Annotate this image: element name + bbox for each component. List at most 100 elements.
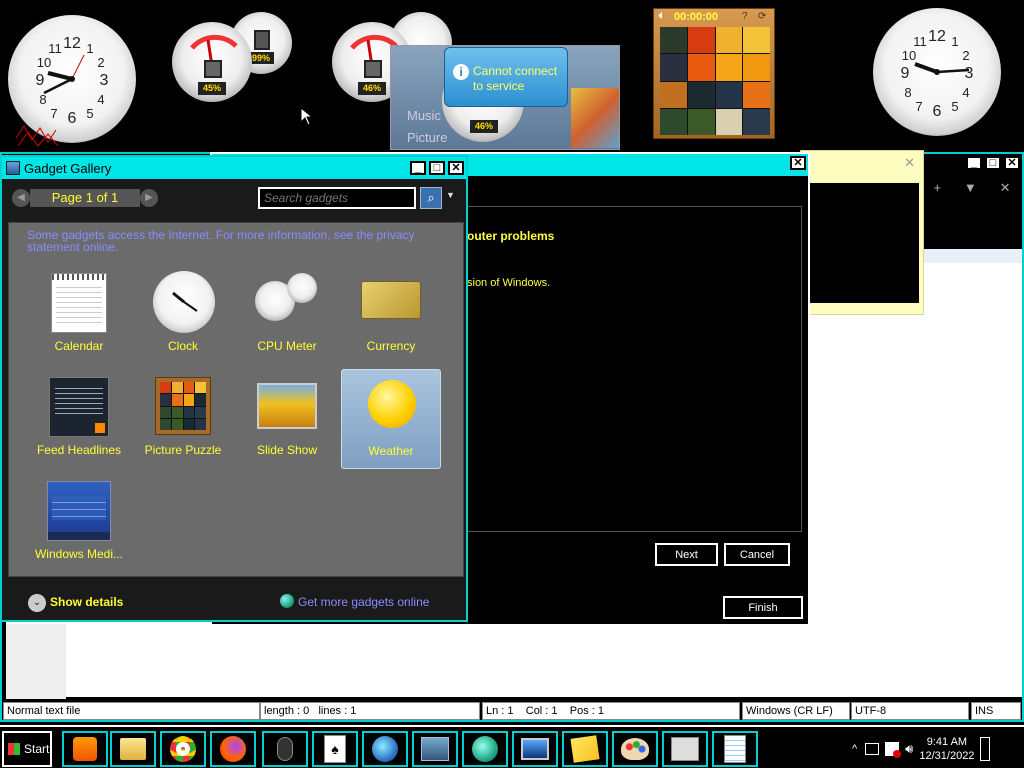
previous-page-button[interactable]: ◀ (12, 189, 30, 207)
action-center-flag-icon[interactable] (885, 742, 902, 758)
maximize-button[interactable]: □ (429, 161, 445, 175)
window-stack-icon (671, 737, 699, 761)
puzzle-shuffle-icon[interactable]: ⟳ (758, 11, 766, 22)
finish-button[interactable]: Finish (722, 595, 804, 620)
notepad-tab-controls: + ▼ ✕ (922, 180, 1022, 200)
globe-checklist-icon (472, 736, 498, 762)
maximize-button[interactable]: □ (985, 156, 1001, 170)
cancel-button[interactable]: Cancel (723, 542, 791, 567)
gadget-label: Weather (368, 444, 414, 458)
gadget-label: Feed Headlines (36, 443, 122, 457)
puzzle-help-icon[interactable]: ? (742, 11, 748, 22)
start-button[interactable]: Start (2, 731, 52, 767)
gadget-gallery-window[interactable]: Gadget Gallery _ □ ✕ ◀ Page 1 of 1 ▶ ⌕ ▼… (0, 155, 468, 622)
taskbar-media-player[interactable] (62, 731, 108, 767)
sticky-note-body[interactable] (803, 183, 919, 303)
svg-text:2: 2 (962, 48, 969, 63)
system-tray: ^ 🔊︎ 9:41 AM 12/31/2022 (852, 733, 1022, 765)
search-options-icon[interactable]: ▼ (446, 190, 455, 200)
picture-puzzle-gadget[interactable]: ⏴ 00:00:00 ? ⟳ (653, 8, 775, 139)
taskbar-chrome[interactable] (160, 731, 206, 767)
svg-text:12: 12 (63, 35, 81, 52)
gadget-picture-puzzle[interactable]: Picture Puzzle (133, 369, 233, 469)
taskbar-internet-options[interactable] (462, 731, 508, 767)
show-details-chevron-icon[interactable]: ⌄ (28, 594, 46, 612)
cpu-meter-gadget-1[interactable]: 99% 45% (170, 10, 295, 110)
next-button[interactable]: Next (654, 542, 719, 567)
gadget-label: Slide Show (256, 443, 318, 457)
taskbar-network-time[interactable] (362, 731, 408, 767)
svg-text:4: 4 (962, 85, 969, 100)
mouse-cursor-icon (300, 107, 314, 126)
wizard-heading: outer problems (467, 229, 555, 243)
taskbar-paint[interactable] (612, 731, 658, 767)
taskbar-control-panel[interactable] (412, 731, 458, 767)
next-page-button[interactable]: ▶ (140, 189, 158, 207)
close-button[interactable]: ✕ (448, 161, 464, 175)
svg-text:1: 1 (86, 41, 93, 56)
status-file-type: Normal text file (3, 702, 260, 720)
svg-text:5: 5 (951, 99, 958, 114)
svg-text:5: 5 (86, 106, 93, 121)
taskbar-firefox[interactable] (210, 731, 256, 767)
network-icon[interactable] (865, 743, 880, 755)
gadget-calendar[interactable]: Calendar (29, 265, 129, 365)
sticky-note[interactable]: ✕ (800, 150, 924, 315)
gadget-gallery-title: Gadget Gallery (24, 160, 112, 176)
volume-icon[interactable]: 🔊︎ (905, 741, 913, 757)
tab-list-icon[interactable]: ▼ (964, 180, 977, 200)
firefox-icon (220, 736, 246, 762)
wizard-close-button[interactable]: ✕ (790, 156, 806, 170)
search-input[interactable] (258, 187, 416, 209)
clock-gadget-right[interactable]: 12 3 6 9 12 4 5 78 10 11 (873, 8, 1001, 136)
taskbar-sticky-notes[interactable] (562, 731, 608, 767)
puzzle-grid[interactable] (660, 27, 770, 135)
gadget-windows-media-center[interactable]: Windows Medi... (29, 473, 129, 573)
start-label: Start (24, 742, 50, 756)
taskbar-remote-desktop[interactable] (662, 731, 708, 767)
add-tab-icon[interactable]: + (933, 180, 941, 200)
monitor-icon (521, 738, 549, 760)
close-button[interactable]: ✕ (1004, 156, 1020, 170)
info-icon: i (453, 64, 469, 80)
tray-clock[interactable]: 9:41 AM 12/31/2022 (919, 735, 974, 763)
memory-icon (254, 30, 270, 50)
memory-meter-icon (287, 273, 317, 303)
slideshow-thumbnail (571, 88, 619, 148)
puzzle-timer: 00:00:00 (674, 11, 719, 23)
gadget-currency[interactable]: Currency (341, 265, 441, 365)
privacy-notice[interactable]: Some gadgets access the Internet. For mo… (27, 229, 457, 253)
svg-text:7: 7 (915, 99, 922, 114)
show-hidden-icons-icon[interactable]: ^ (852, 743, 857, 755)
gadget-label: Windows Medi... (34, 547, 124, 561)
cpu-chip-icon (204, 60, 222, 78)
minimize-button[interactable]: _ (410, 161, 426, 175)
close-tab-icon[interactable]: ✕ (1000, 180, 1011, 200)
taskbar-display[interactable] (512, 731, 558, 767)
status-lines: lines : 1 (318, 705, 357, 717)
taskbar-notepad[interactable] (712, 731, 758, 767)
weather-sun-icon (368, 380, 416, 428)
cpu-percent: 46% (470, 120, 498, 133)
get-more-gadgets-link[interactable]: Get more gadgets online (298, 595, 429, 609)
taskbar-solitaire[interactable]: ♠ (312, 731, 358, 767)
gadget-label: Calendar (54, 339, 104, 353)
tray-time: 9:41 AM (926, 736, 968, 748)
sticky-close-icon[interactable]: ✕ (904, 155, 915, 171)
folder-icon (120, 738, 146, 760)
gadget-slide-show[interactable]: Slide Show (237, 369, 337, 469)
show-details-link[interactable]: Show details (50, 595, 123, 609)
gadget-feed-headlines[interactable]: Feed Headlines (29, 369, 129, 469)
search-icon[interactable]: ⌕ (420, 187, 442, 209)
svg-text:4: 4 (97, 92, 104, 107)
show-desktop-button[interactable] (980, 737, 991, 761)
gadget-label: Picture Puzzle (144, 443, 222, 457)
control-panel-icon (421, 737, 449, 761)
taskbar-explorer[interactable] (110, 731, 156, 767)
gadget-weather[interactable]: Weather (341, 369, 441, 469)
gadget-clock[interactable]: Clock (133, 265, 233, 365)
taskbar-mouse[interactable] (262, 731, 308, 767)
rss-icon (95, 423, 105, 433)
minimize-button[interactable]: _ (966, 156, 982, 170)
gadget-cpu-meter[interactable]: CPU Meter (237, 265, 337, 365)
